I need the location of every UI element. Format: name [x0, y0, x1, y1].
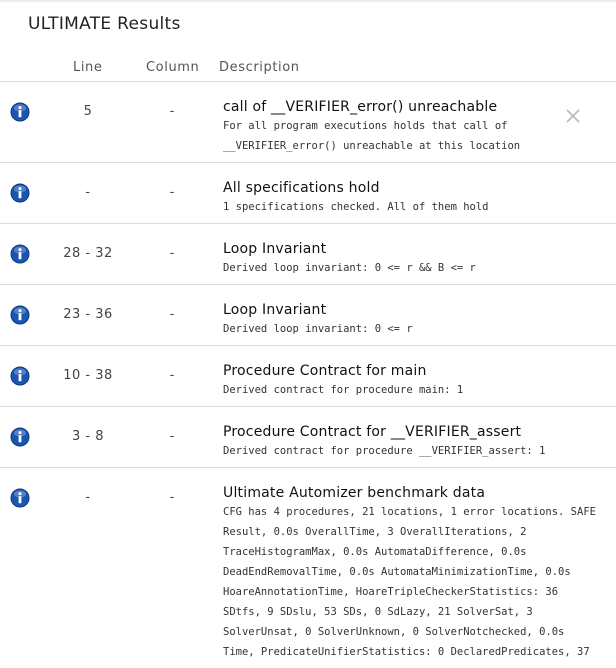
info-icon — [10, 183, 30, 203]
result-description: call of __VERIFIER_error() unreachable Fo… — [223, 98, 613, 156]
info-icon — [10, 102, 30, 122]
result-row[interactable]: 23 - 36 - Loop Invariant Derived loop invar… — [0, 284, 616, 345]
info-icon — [10, 305, 30, 325]
result-message-line: 1 specifications checked. All of them ho… — [223, 201, 489, 213]
column-header-column: Column — [146, 60, 200, 75]
info-icon — [10, 427, 30, 447]
result-column: - — [169, 490, 175, 505]
result-line: - — [85, 185, 91, 200]
top-shadow-bar — [0, 0, 616, 3]
result-title: Procedure Contract for main — [223, 363, 427, 379]
result-message-line: SolverUnsat, 0 SolverUnknown, 0 SolverNo… — [223, 626, 565, 638]
result-message-line: HoareAnnotationTime, HoareTripleCheckerS… — [223, 586, 559, 598]
result-message-line: SDtfs, 9 SDslu, 53 SDs, 0 SdLazy, 21 Sol… — [223, 606, 533, 618]
result-column: - — [169, 185, 175, 200]
info-icon — [10, 366, 30, 386]
result-row[interactable]: - - All specifications hold 1 specification… — [0, 162, 616, 223]
result-message-line: CFG has 4 procedures, 21 locations, 1 er… — [223, 506, 596, 518]
result-title: Ultimate Automizer benchmark data — [223, 485, 486, 501]
result-message-line: TraceHistogramMax, 0.0s AutomataDifferen… — [223, 546, 527, 558]
result-row[interactable]: 10 - 38 - Procedure Contract for main Deriv… — [0, 345, 616, 406]
result-title: call of __VERIFIER_error() unreachable — [223, 99, 498, 115]
result-line: 28 - 32 — [63, 246, 113, 261]
results-list: 5 - call of __VERIFIER_error() unreachable… — [0, 81, 616, 668]
result-column: - — [169, 368, 175, 383]
result-description: Loop Invariant Derived loop invariant: 0 … — [223, 240, 613, 278]
result-line: - — [85, 490, 91, 505]
result-title: Procedure Contract for __VERIFIER_assert — [223, 424, 522, 440]
result-title: Loop Invariant — [223, 241, 327, 257]
panel-title: ULTIMATE Results — [28, 14, 181, 34]
result-message-line: Result, 0.0s OverallTime, 3 OverallItera… — [223, 526, 527, 538]
result-line: 10 - 38 — [63, 368, 113, 383]
column-header-description: Description — [219, 60, 300, 75]
result-description: Procedure Contract for main Derived contr… — [223, 362, 613, 400]
result-description: Ultimate Automizer benchmark data CFG has… — [223, 484, 613, 662]
result-column: - — [169, 307, 175, 322]
result-column: - — [169, 104, 175, 119]
result-row[interactable]: 3 - 8 - Procedure Contract for __VERIFIER_… — [0, 406, 616, 467]
result-description: Loop Invariant Derived loop invariant: 0 … — [223, 301, 613, 339]
result-message-line: Derived loop invariant: 0 <= r — [223, 323, 413, 335]
result-message-line: For all program executions holds that ca… — [223, 120, 508, 132]
result-line: 23 - 36 — [63, 307, 113, 322]
result-title: All specifications hold — [223, 180, 380, 196]
result-message-line: DeadEndRemovalTime, 0.0s AutomataMinimiz… — [223, 566, 571, 578]
results-table-header: Line Column Description — [0, 58, 616, 80]
result-line: 3 - 8 — [72, 429, 104, 444]
result-message-line: Derived loop invariant: 0 <= r && B <= r — [223, 262, 476, 274]
result-message-line: Derived contract for procedure main: 1 — [223, 384, 464, 396]
close-icon[interactable] — [566, 109, 580, 123]
result-column: - — [169, 246, 175, 261]
result-message-line: Time, PredicateUnifierStatistics: 0 Decl… — [223, 646, 590, 658]
result-description: Procedure Contract for __VERIFIER_assert… — [223, 423, 613, 461]
result-row[interactable]: 28 - 32 - Loop Invariant Derived loop invar… — [0, 223, 616, 284]
column-header-line: Line — [73, 60, 103, 75]
result-message-line: Derived contract for procedure __VERIFIE… — [223, 445, 546, 457]
result-row[interactable]: 5 - call of __VERIFIER_error() unreachable… — [0, 81, 616, 162]
result-title: Loop Invariant — [223, 302, 327, 318]
info-icon — [10, 488, 30, 508]
result-column: - — [169, 429, 175, 444]
result-description: All specifications hold 1 specifications … — [223, 179, 613, 217]
result-message-line: __VERIFIER_error() unreachable at this l… — [223, 140, 521, 152]
result-row[interactable]: - - Ultimate Automizer benchmark data CFG h… — [0, 467, 616, 668]
result-line: 5 — [83, 104, 93, 119]
info-icon — [10, 244, 30, 264]
